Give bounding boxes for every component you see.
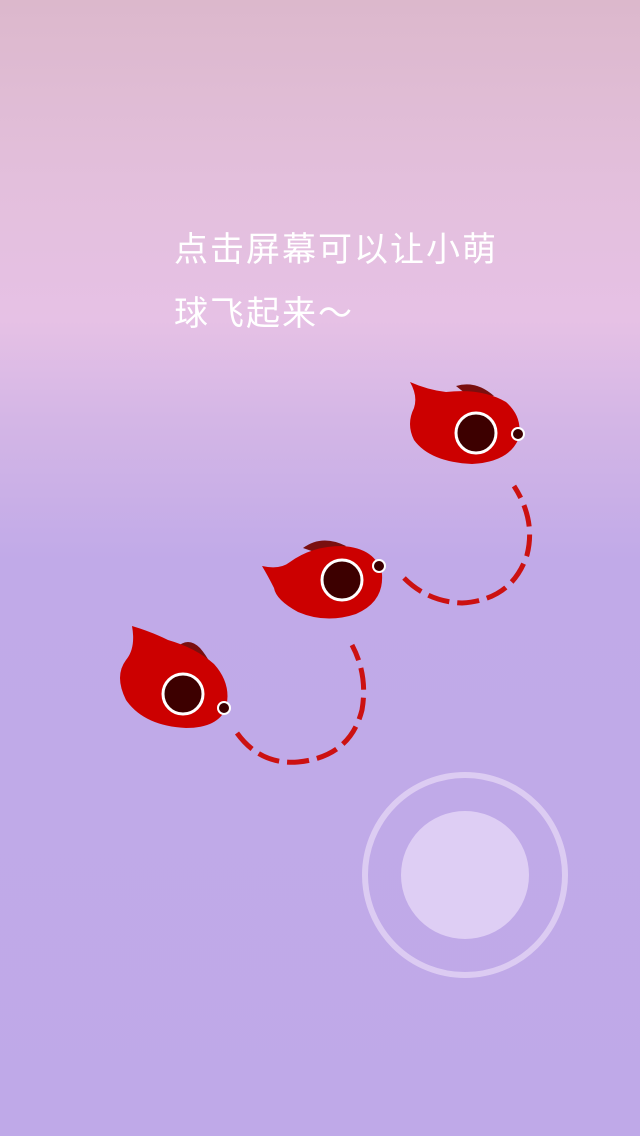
tap-button-core[interactable] — [401, 811, 529, 939]
tap-button[interactable] — [362, 772, 568, 978]
creature-back-eye-icon — [511, 427, 525, 441]
creature-back-eye-icon — [372, 559, 386, 573]
creature-back-eye-icon — [217, 701, 231, 715]
game-screen[interactable]: 点击屏幕可以让小萌 球飞起来～ — [0, 0, 640, 1136]
creature-2 — [262, 540, 386, 619]
creature-1 — [120, 626, 231, 728]
flight-trail-1 — [234, 643, 367, 765]
creature-3 — [410, 382, 525, 464]
tutorial-illustration — [120, 382, 533, 765]
creature-eye-icon — [320, 558, 364, 602]
creature-eye-icon — [161, 672, 205, 716]
flight-trail-2 — [402, 484, 533, 606]
creature-eye-icon — [454, 411, 498, 455]
